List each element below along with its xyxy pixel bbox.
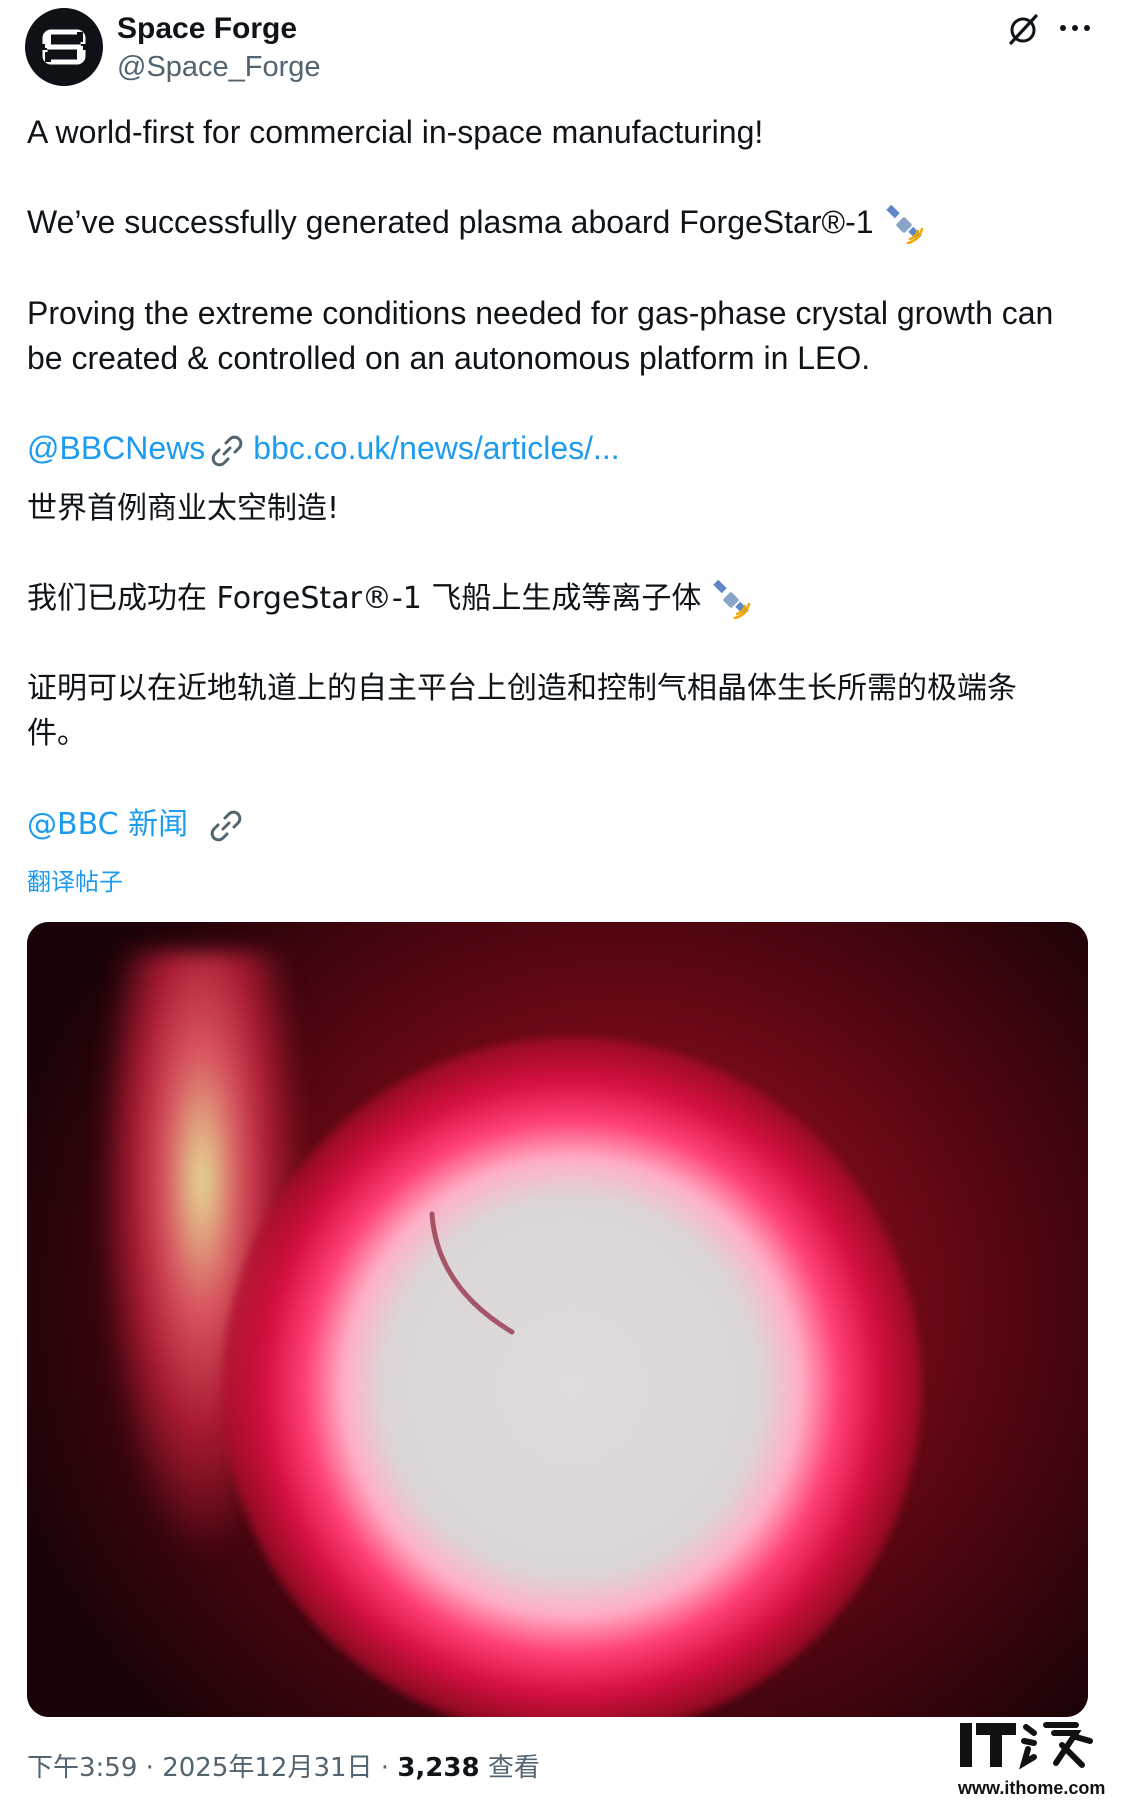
post-image-plasma[interactable] (27, 922, 1088, 1717)
ithome-logo-icon (960, 1722, 1093, 1770)
post-links-line: @BBCNews bbc.co.uk/news/articles/... (27, 426, 620, 471)
satellite-icon (713, 579, 751, 619)
views-label: 查看 (487, 1753, 540, 1783)
post-text-line: be created & controlled on an autonomous… (27, 340, 871, 376)
article-url-link[interactable]: bbc.co.uk/news/articles/... (253, 430, 619, 466)
more-options-icon[interactable] (1055, 12, 1095, 52)
image-arc-streak (429, 1211, 515, 1335)
post-text-line-with-emoji: We’ve successfully generated plasma aboa… (27, 200, 924, 245)
separator-dot: · (380, 1753, 390, 1783)
mention-link-zh[interactable]: @BBC 新闻 (27, 807, 188, 842)
post-time[interactable]: 下午3:59 (27, 1753, 137, 1783)
avatar[interactable] (25, 8, 103, 86)
satellite-icon (885, 204, 923, 244)
link-icon[interactable] (206, 806, 246, 846)
post-text-fragment-zh: 我们已成功在 ForgeStar®-1 飞船上生成等离子体 (27, 581, 702, 616)
post-text-line-zh: 世界首例商业太空制造! (27, 491, 340, 526)
post-links-line-zh: @BBC 新闻 (27, 802, 252, 847)
grok-icon[interactable] (1003, 10, 1043, 50)
space-forge-s-logo-icon (41, 29, 87, 65)
post-text-line-zh: 证明可以在近地轨道上的自主平台上创造和控制气相晶体生长所需的极端条 (27, 671, 1017, 706)
translate-post-link[interactable]: 翻译帖子 (27, 866, 123, 898)
post-text-line: Proving the extreme conditions needed fo… (27, 295, 1054, 331)
separator-dot: · (145, 1753, 154, 1783)
post-text-line-zh-with-emoji: 我们已成功在 ForgeStar®-1 飞船上生成等离子体 (27, 576, 751, 621)
post-page: Space Forge @Space_Forge A world-first f… (0, 0, 1123, 1811)
author-display-name[interactable]: Space Forge (117, 10, 297, 48)
views-count: 3,238 (397, 1753, 480, 1783)
post-date[interactable]: 2025年12月31日 (162, 1753, 372, 1783)
mention-link[interactable]: @BBCNews (27, 430, 205, 466)
link-icon (212, 435, 243, 466)
post-text-fragment: We’ve successfully generated plasma aboa… (27, 204, 874, 240)
author-handle[interactable]: @Space_Forge (117, 48, 321, 86)
watermark-url: www.ithome.com (958, 1778, 1106, 1798)
post-text-line-zh: 件。 (27, 716, 87, 751)
post-meta: 下午3:59 · 2025年12月31日 · 3,238 查看 (27, 1750, 540, 1786)
post-text-line: A world-first for commercial in-space ma… (27, 114, 764, 150)
